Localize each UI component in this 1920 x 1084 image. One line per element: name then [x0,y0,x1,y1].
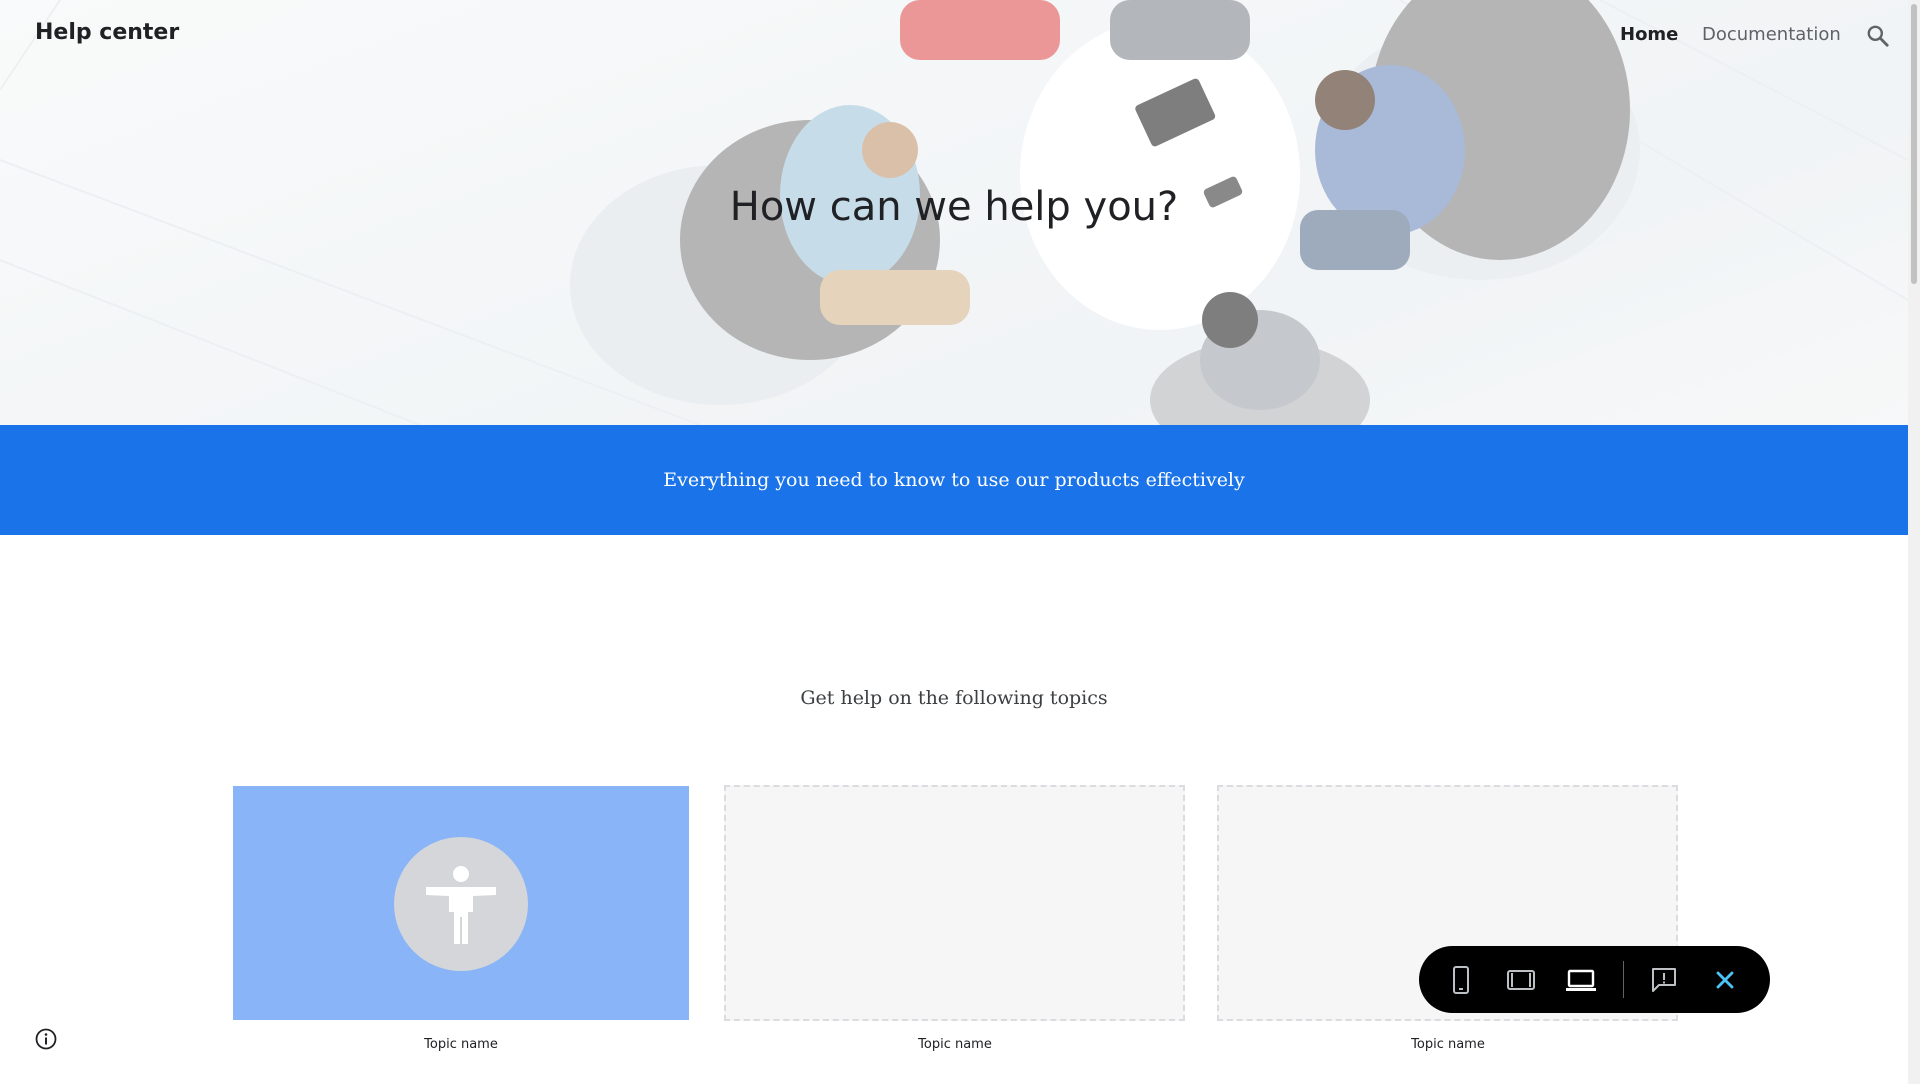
page: Help center Home Documentation How can w… [0,0,1920,1084]
site-brand[interactable]: Help center [35,20,179,45]
topic-label-3[interactable]: Topic name [1220,1037,1676,1052]
scrollbar-thumb[interactable] [1911,4,1917,284]
intro-banner: Everything you need to know to use our p… [0,425,1908,535]
topic-label-1[interactable]: Topic name [233,1037,689,1052]
search-icon [1867,25,1889,47]
topics-heading: Get help on the following topics [800,687,1108,709]
laptop-icon [1566,969,1596,991]
tablet-view-button[interactable] [1503,962,1539,998]
close-preview-button[interactable] [1707,962,1743,998]
toolbar-divider [1623,961,1624,998]
laptop-view-button[interactable] [1563,962,1599,998]
search-button[interactable] [1862,20,1894,52]
site-info-button[interactable] [33,1026,59,1052]
topic-card-2[interactable] [724,785,1185,1021]
hero-banner: Help center Home Documentation How can w… [0,0,1908,425]
tablet-icon [1507,970,1535,990]
info-icon [35,1028,57,1050]
page-scrollbar[interactable] [1908,0,1920,1084]
topic-card-1[interactable] [233,786,689,1020]
phone-icon [1453,966,1469,994]
hero-title: How can we help you? [729,184,1179,230]
accessibility-icon [394,837,528,971]
intro-banner-text: Everything you need to know to use our p… [663,469,1245,491]
close-icon [1716,971,1734,989]
report-issue-button[interactable] [1646,962,1682,998]
preview-toolbar [1419,946,1770,1013]
topic-label-2[interactable]: Topic name [727,1037,1183,1052]
nav-home-link[interactable]: Home [1620,24,1678,45]
phone-view-button[interactable] [1443,962,1479,998]
top-nav: Home Documentation [1620,20,1860,50]
report-issue-icon [1652,968,1676,992]
nav-documentation-link[interactable]: Documentation [1702,24,1841,45]
